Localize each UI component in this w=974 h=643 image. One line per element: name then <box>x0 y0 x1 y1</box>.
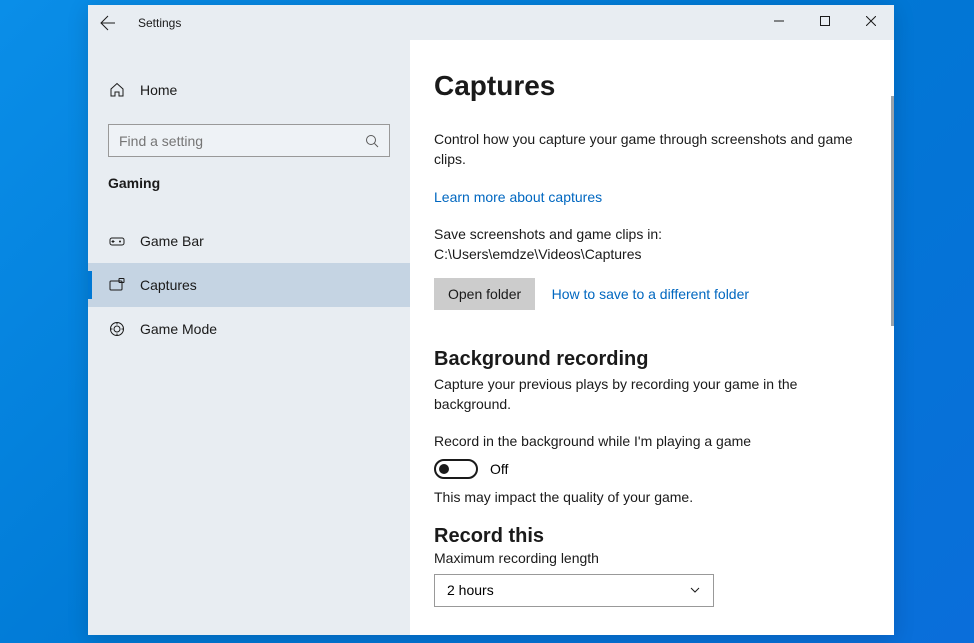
main-content: Captures Control how you capture your ga… <box>410 40 894 635</box>
learn-more-link[interactable]: Learn more about captures <box>434 189 602 205</box>
scrollbar[interactable] <box>891 96 894 326</box>
home-nav[interactable]: Home <box>88 68 410 112</box>
close-button[interactable] <box>848 5 894 37</box>
bg-recording-desc: Capture your previous plays by recording… <box>434 375 854 414</box>
home-icon <box>108 81 126 99</box>
diff-folder-link[interactable]: How to save to a different folder <box>552 286 749 302</box>
bg-recording-note: This may impact the quality of your game… <box>434 489 870 505</box>
titlebar: Settings <box>88 5 894 40</box>
window-controls <box>756 5 894 37</box>
search-input[interactable] <box>119 133 365 149</box>
maximize-icon <box>820 16 830 26</box>
bg-recording-toggle[interactable] <box>434 459 478 479</box>
arrow-left-icon <box>100 15 116 31</box>
window-title: Settings <box>138 16 181 30</box>
game-mode-icon <box>108 320 126 338</box>
captures-icon <box>108 276 126 294</box>
search-icon <box>365 134 379 148</box>
sidebar-item-label: Captures <box>140 277 197 293</box>
bg-toggle-label: Record in the background while I'm playi… <box>434 433 870 449</box>
max-length-select[interactable]: 2 hours <box>434 574 714 607</box>
maximize-button[interactable] <box>802 5 848 37</box>
close-icon <box>866 16 876 26</box>
bg-toggle-state: Off <box>490 461 508 477</box>
home-label: Home <box>140 82 177 98</box>
page-title: Captures <box>434 70 870 102</box>
bg-recording-heading: Background recording <box>434 348 870 371</box>
back-button[interactable] <box>88 5 128 40</box>
sidebar-item-label: Game Bar <box>140 233 204 249</box>
open-folder-button[interactable]: Open folder <box>434 278 535 310</box>
category-label: Gaming <box>88 175 410 191</box>
sidebar-item-game-bar[interactable]: Game Bar <box>88 219 410 263</box>
record-this-heading: Record this <box>434 525 870 548</box>
minimize-icon <box>774 16 784 26</box>
intro-text: Control how you capture your game throug… <box>434 130 864 169</box>
max-length-label: Maximum recording length <box>434 550 870 566</box>
settings-window: Settings Home <box>88 5 894 635</box>
game-bar-icon <box>108 232 126 250</box>
sidebar-item-label: Game Mode <box>140 321 217 337</box>
sidebar-item-captures[interactable]: Captures <box>88 263 410 307</box>
sidebar: Home Gaming Game Bar Captures <box>88 40 410 635</box>
chevron-down-icon <box>689 584 701 596</box>
select-value: 2 hours <box>447 582 494 598</box>
minimize-button[interactable] <box>756 5 802 37</box>
search-input-wrap[interactable] <box>108 124 390 157</box>
save-location-text: Save screenshots and game clips in: C:\U… <box>434 225 864 264</box>
sidebar-item-game-mode[interactable]: Game Mode <box>88 307 410 351</box>
